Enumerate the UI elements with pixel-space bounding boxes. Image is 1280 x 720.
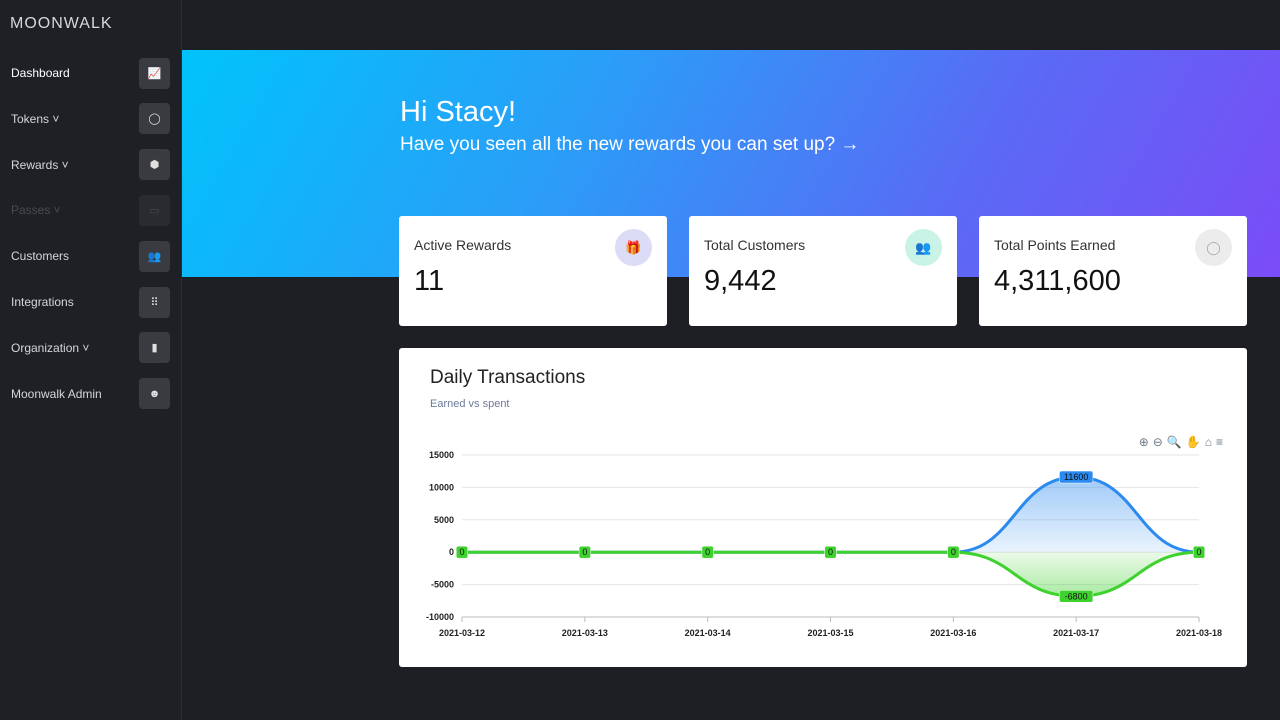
x-tick-label: 2021-03-18 [1176, 628, 1222, 638]
sidebar-item-label: Tokens ˅ [11, 111, 60, 126]
x-tick-label: 2021-03-13 [562, 628, 608, 638]
x-tick-label: 2021-03-14 [685, 628, 731, 638]
sidebar-item-passes[interactable]: Passes ˅ ▭ [0, 194, 182, 226]
sidebar-item-label: Integrations [11, 295, 74, 309]
sidebar-item-integrations[interactable]: Integrations ⠿ [0, 286, 182, 318]
y-tick-label: 10000 [429, 482, 454, 492]
sidebar-item-label: Passes ˅ [11, 203, 61, 218]
sidebar: MOONWALK Dashboard 📈 Tokens ˅ ◯ Rewards ˅ ⬢ Pa… [0, 0, 182, 720]
stat-value: 4,311,600 [994, 265, 1121, 297]
data-label: 0 [582, 547, 587, 557]
data-label: 0 [828, 547, 833, 557]
data-label: 0 [459, 547, 464, 557]
gift-icon: 🎁 [615, 229, 652, 266]
stat-value: 9,442 [704, 265, 777, 297]
sidebar-item-dashboard[interactable]: Dashboard 📈 [0, 57, 182, 89]
y-tick-label: 5000 [434, 515, 454, 525]
sidebar-item-label: Dashboard [11, 66, 70, 80]
series-area [462, 477, 1199, 553]
sidebar-item-label: Moonwalk Admin [11, 386, 102, 401]
stat-label: Active Rewards [414, 237, 512, 253]
chart-plot: 15000 10000 5000 0 -5000 -10000 2021-03-12 2021… [426, 450, 1222, 638]
data-label: 0 [951, 547, 956, 557]
y-tick-label: -10000 [426, 612, 454, 622]
sidebar-item-label: Organization ˅ [11, 340, 90, 355]
x-tick-label: 2021-03-17 [1053, 628, 1099, 638]
data-label: 11600 [1064, 472, 1088, 482]
x-tick-label: 2021-03-15 [807, 628, 853, 638]
greeting: Hi Stacy! [400, 96, 517, 128]
sidebar-item-customers[interactable]: Customers 👥 [0, 240, 182, 272]
coins-icon: ◯ [1195, 229, 1232, 266]
rewards-link[interactable]: Have you seen all the new rewards you ca… [400, 134, 859, 156]
stat-label: Total Points Earned [994, 237, 1116, 253]
data-label: 0 [1196, 547, 1201, 557]
stat-label: Total Customers [704, 237, 806, 253]
badge-icon: ⬢ [139, 149, 170, 181]
stat-card-active-rewards: Active Rewards 11 🎁 [399, 216, 667, 326]
x-tick-label: 2021-03-16 [930, 628, 976, 638]
y-tick-label: -5000 [431, 580, 454, 590]
alien-icon: ☻ [139, 378, 170, 410]
stat-card-total-customers: Total Customers 9,442 👥 [689, 216, 957, 326]
building-icon: ▮ [139, 332, 170, 364]
stat-card-total-points-earned: Total Points Earned 4,311,600 ◯ [979, 216, 1247, 326]
logo: MOONWALK [10, 15, 113, 32]
data-label: 0 [705, 547, 710, 557]
sidebar-item-tokens[interactable]: Tokens ˅ ◯ [0, 103, 182, 135]
series-area [462, 552, 1199, 597]
card-icon: ▭ [139, 194, 170, 226]
y-tick-label: 0 [449, 547, 454, 557]
data-label: -6800 [1065, 591, 1088, 601]
sidebar-item-label: Rewards ˅ [11, 157, 69, 172]
sidebar-item-rewards[interactable]: Rewards ˅ ⬢ [0, 149, 182, 181]
users-icon: 👥 [139, 240, 170, 272]
y-tick-label: 15000 [429, 450, 454, 460]
coins-icon: ◯ [139, 103, 170, 135]
grid-icon: ⠿ [139, 286, 170, 318]
daily-transactions-card: Daily Transactions Earned vs spent ⊕ ⊖ 🔍 ✋ ⌂… [399, 348, 1247, 667]
stat-value: 11 [414, 265, 445, 297]
sidebar-item-label: Customers [11, 249, 70, 264]
x-tick-label: 2021-03-12 [439, 628, 485, 638]
sidebar-item-moonwalk-admin[interactable]: Moonwalk Admin ☻ [0, 378, 182, 410]
users-icon: 👥 [905, 229, 942, 266]
sidebar-item-organization[interactable]: Organization ˅ ▮ [0, 332, 182, 364]
chart-line-icon: 📈 [139, 57, 170, 89]
